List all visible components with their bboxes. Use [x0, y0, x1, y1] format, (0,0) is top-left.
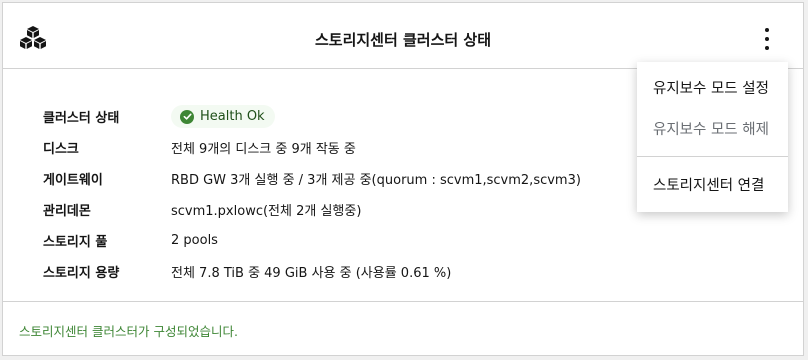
cluster-details-list: 클러스터 상태 Health Ok 디스크 전체 9개의 디스크 중 9개 작동…	[43, 101, 581, 287]
pool-value: 2 pools	[171, 233, 218, 248]
check-circle-icon	[180, 109, 194, 124]
kebab-icon-dot	[765, 46, 769, 50]
kebab-menu-button[interactable]	[759, 28, 775, 50]
capacity-label: 스토리지 용량	[43, 266, 120, 281]
footer-status-message: 스토리지센터 클러스터가 구성되었습니다.	[19, 324, 238, 339]
manager-label: 관리데몬	[43, 204, 91, 219]
card-header: 스토리지센터 클러스터 상태	[3, 3, 803, 69]
kebab-icon	[765, 28, 769, 32]
menu-item-enable-maintenance[interactable]: 유지보수 모드 설정	[653, 77, 769, 98]
menu-item-connect-storage-center[interactable]: 스토리지센터 연결	[653, 174, 764, 195]
manager-value: scvm1.pxlowc(전체 2개 실행중)	[171, 204, 362, 219]
detail-row-manager: 관리데몬 scvm1.pxlowc(전체 2개 실행중)	[43, 194, 581, 225]
capacity-value: 전체 7.8 TiB 중 49 GiB 사용 중 (사용률 0.61 %)	[171, 266, 452, 281]
health-status-text: Health Ok	[200, 109, 265, 124]
gateway-label: 게이트웨이	[43, 173, 103, 188]
card-title: 스토리지센터 클러스터 상태	[314, 31, 492, 49]
detail-row-capacity: 스토리지 용량 전체 7.8 TiB 중 49 GiB 사용 중 (사용률 0.…	[43, 256, 581, 287]
kebab-icon-dot	[765, 37, 769, 41]
disk-value: 전체 9개의 디스크 중 9개 작동 중	[171, 142, 356, 157]
health-status-badge: Health Ok	[171, 105, 275, 128]
pool-label: 스토리지 풀	[43, 235, 108, 250]
disk-label: 디스크	[43, 142, 79, 157]
kebab-dropdown-menu: 유지보수 모드 설정 유지보수 모드 해제 스토리지센터 연결	[637, 62, 788, 212]
detail-row-disk: 디스크 전체 9개의 디스크 중 9개 작동 중	[43, 132, 581, 163]
detail-row-cluster-status: 클러스터 상태 Health Ok	[43, 101, 581, 132]
menu-item-disable-maintenance: 유지보수 모드 해제	[653, 122, 769, 138]
cluster-status-label: 클러스터 상태	[43, 111, 120, 126]
gateway-value: RBD GW 3개 실행 중 / 3개 제공 중(quorum : scvm1,…	[171, 173, 581, 188]
detail-row-pool: 스토리지 풀 2 pools	[43, 225, 581, 256]
menu-divider	[637, 156, 788, 157]
detail-row-gateway: 게이트웨이 RBD GW 3개 실행 중 / 3개 제공 중(quorum : …	[43, 163, 581, 194]
footer-divider	[3, 301, 803, 302]
